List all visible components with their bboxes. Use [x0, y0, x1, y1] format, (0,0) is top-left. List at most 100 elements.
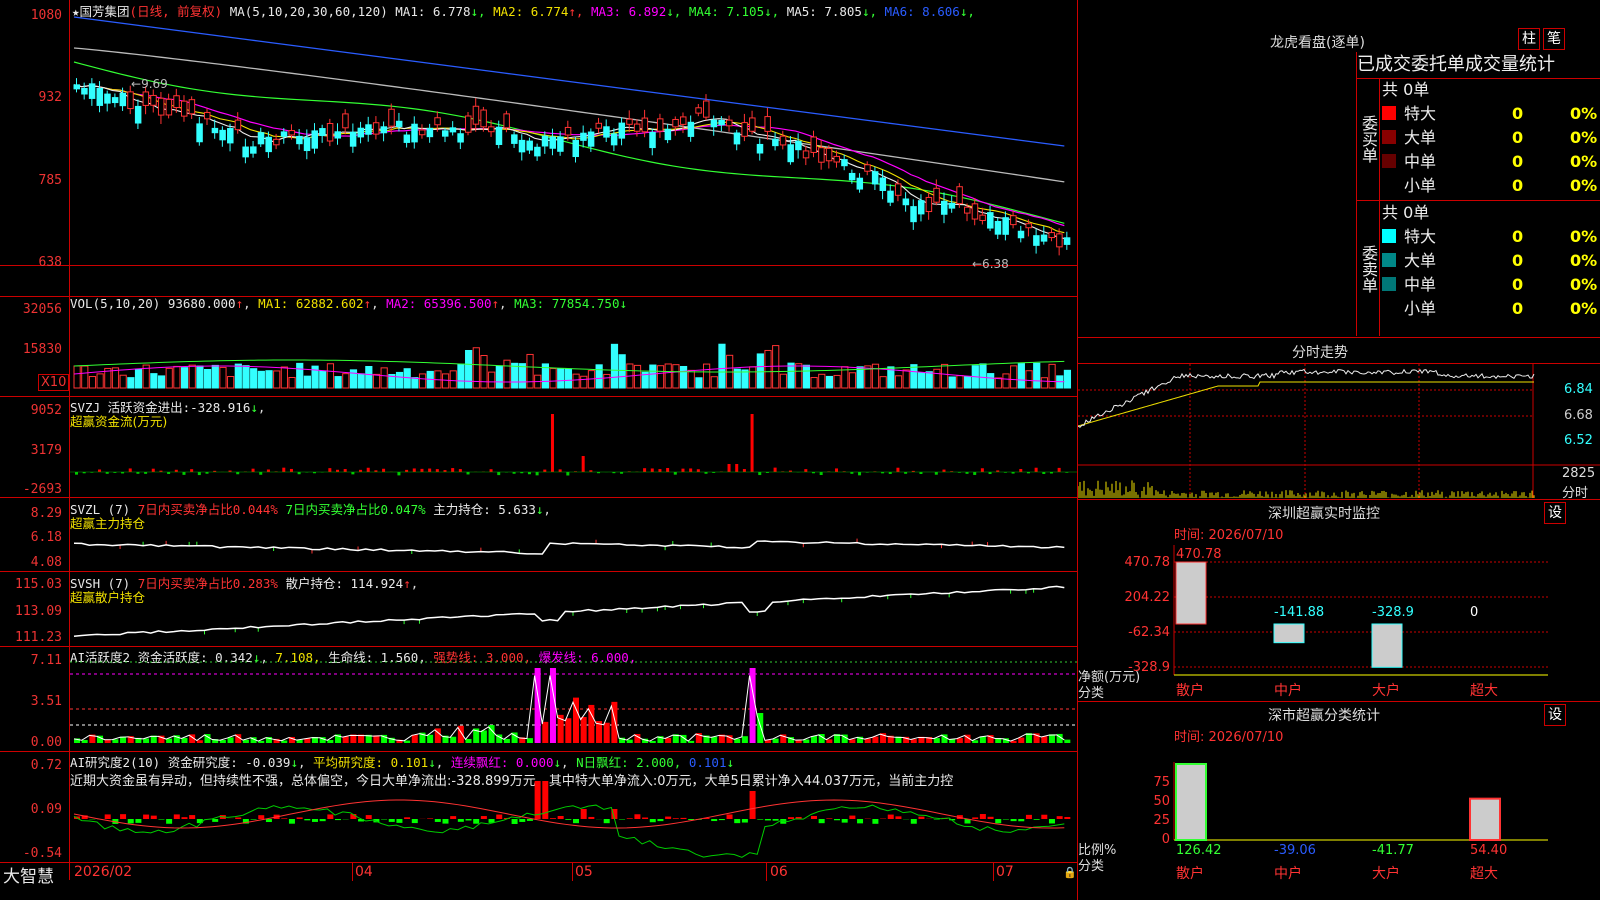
research-bar [1048, 819, 1055, 824]
high-price-label: ←9.69 [131, 77, 168, 91]
svzj-panel[interactable]: 9052 3179 -2693 SVZJ 活跃资金进出:-328.916↓, 超… [0, 397, 1077, 497]
flow-bar [543, 469, 547, 472]
sz-class-panel[interactable]: 深市超赢分类统计 设 时间: 2026/07/10 75 50 25 0 126.42 散… [1078, 702, 1600, 900]
sz-class-plot: 75 50 25 0 126.42 散户 -39.06 中户 -41.77 大户 54.40 超大 [1153, 762, 1548, 882]
candle [365, 124, 372, 135]
volume-bar [948, 376, 956, 389]
activity-bar [933, 738, 940, 743]
row-label: 中单 [1404, 275, 1437, 294]
research-line [73, 804, 1065, 858]
research-bar [335, 819, 342, 821]
volume-bar [119, 374, 127, 389]
research-bar [772, 819, 779, 821]
flow-bar [382, 468, 386, 472]
candle [441, 130, 449, 137]
buy-row: 大单 0 0% [1382, 126, 1600, 150]
volume-bar [987, 373, 995, 389]
research-bar [726, 814, 733, 819]
activity-bar [649, 740, 656, 743]
ai-active-panel[interactable]: 7.11 3.51 0.00 AI活跃度2 资金活跃度: 0.342↓, 7.1… [0, 647, 1077, 751]
research-bar [987, 816, 994, 819]
row-label: 特大 [1404, 104, 1437, 123]
volume-bar [603, 373, 611, 389]
flow-bar [666, 468, 670, 472]
category-label: 分类 [1078, 686, 1105, 701]
volume-bar [1033, 362, 1041, 389]
candle [495, 126, 503, 145]
bar-value: -328.9 [1372, 605, 1414, 620]
flow-bar [581, 456, 585, 472]
volume-bar [334, 376, 342, 389]
category-label: 散户 [1176, 865, 1204, 882]
candle [687, 121, 695, 137]
activity-bar [1064, 739, 1071, 743]
sz-monitor-plot: 470.78 204.22 -62.34 -328.9 470.78 散户 -141.88 中… [1125, 545, 1548, 699]
lock-icon[interactable]: 🔒 [1063, 866, 1077, 879]
flow-bar [435, 469, 439, 472]
candle [779, 135, 787, 146]
svsh-panel[interactable]: 115.03 113.09 111.23 SVSH (7) 7日内买卖净占比0.… [0, 572, 1077, 646]
low-price-label: ←6.38 [972, 257, 1009, 271]
volume-bar [818, 373, 826, 389]
ai-research-panel[interactable]: 0.72 0.09 -0.54 AI研究度2(10) 资金研究度: -0.039… [0, 752, 1077, 862]
research-bar [150, 815, 157, 819]
candle [173, 95, 180, 109]
candle [96, 87, 104, 106]
svzl-panel[interactable]: 8.29 6.18 4.08 SVZL (7) 7日内买卖净占比0.044% 7… [0, 498, 1077, 571]
candle [1010, 215, 1017, 226]
volume-bar [480, 355, 488, 389]
volume-bar [265, 370, 273, 389]
candle [564, 126, 572, 136]
candle [488, 126, 495, 133]
bar-mode-button[interactable]: 柱 [1518, 28, 1540, 50]
research-bar [235, 817, 242, 819]
research-bar [181, 817, 188, 819]
volume-bar [411, 377, 419, 389]
flow-bar [527, 472, 531, 475]
research-bar [1041, 814, 1048, 819]
volume-bar [326, 363, 335, 389]
activity-bar [480, 730, 487, 743]
main-price-chart[interactable]: 1080 932 785 638 ★国芳集团(日线, 前复权) MA(5,10,… [0, 0, 1077, 271]
volume-bar [703, 363, 711, 389]
candle [457, 133, 464, 143]
net-bar [1175, 561, 1207, 625]
candle [204, 111, 211, 120]
flow-bar [458, 469, 462, 472]
intraday-chart[interactable]: 分时走势 6.84 6.68 6.52 2825 分时 [1078, 338, 1600, 501]
flow-bar [512, 472, 516, 474]
candle [718, 119, 725, 126]
research-bar [511, 819, 518, 824]
candle [887, 190, 894, 203]
research-bar [265, 819, 272, 823]
volume-bar [917, 372, 926, 389]
candle [380, 126, 388, 134]
intraday-vol-tick: 2825 [1562, 466, 1596, 481]
candle [871, 171, 879, 185]
research-bar [787, 817, 794, 819]
order-stats-box: 已成交委托单成交量统计 委买单 共 0单 特大 0 0% 大单 0 0% 中单 0 0% 小单 0 0… [1356, 52, 1600, 336]
candle [234, 119, 242, 131]
candle [656, 118, 664, 132]
volume-bar [825, 375, 834, 389]
row-pct: 0% [1570, 152, 1598, 171]
flow-bar [750, 414, 754, 472]
flow-bar [428, 468, 432, 472]
candle [127, 91, 134, 110]
candle [411, 123, 418, 143]
row-label: 小单 [1404, 299, 1437, 318]
volume-bar [465, 349, 473, 389]
volume-panel[interactable]: 32056 15830 X10 VOL(5,10,20) 93680.000↑,… [0, 296, 1077, 396]
holding-line [73, 585, 1065, 638]
candle [940, 200, 948, 215]
sz-monitor-panel[interactable]: 深圳超赢实时监控 设 时间: 2026/07/10 470.78 204.22 -6… [1078, 500, 1600, 701]
volume-bar [495, 365, 503, 389]
candle [894, 183, 902, 196]
candle [818, 147, 825, 163]
candle [626, 118, 633, 125]
candle [503, 113, 510, 129]
activity-bar [81, 739, 88, 743]
pen-mode-button[interactable]: 笔 [1543, 28, 1565, 50]
volume-bar [718, 343, 726, 389]
legend-swatch [1382, 130, 1396, 144]
